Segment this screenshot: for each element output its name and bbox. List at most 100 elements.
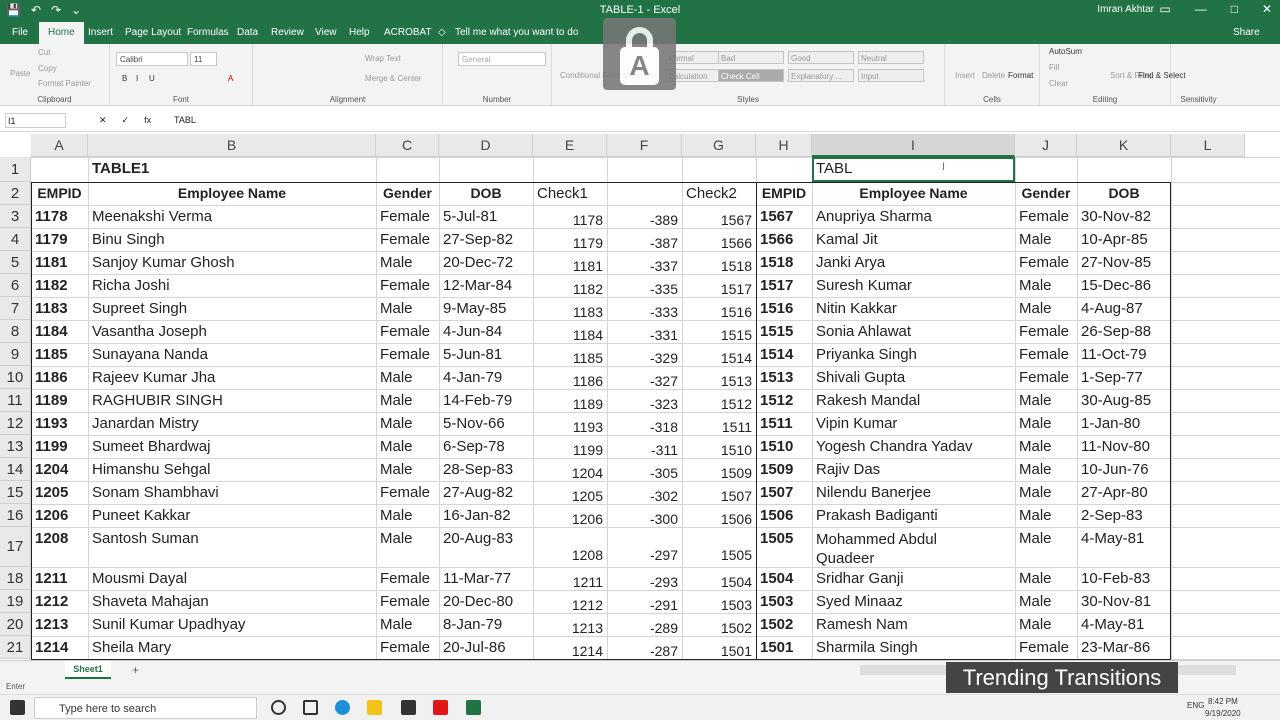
edge-icon[interactable] [335, 700, 350, 715]
column-header-C[interactable]: C [376, 134, 439, 157]
number-format-box[interactable]: General [458, 52, 546, 66]
row-header-20[interactable]: 20 [0, 613, 31, 636]
column-header-F[interactable]: F [607, 134, 682, 157]
column-header-G[interactable]: G [682, 134, 756, 157]
row-header-13[interactable]: 13 [0, 435, 31, 458]
formula-input[interactable]: TABL [174, 115, 196, 125]
excel-taskbar-icon[interactable] [466, 700, 481, 715]
tab-help[interactable]: Help [349, 27, 370, 38]
row-header-7[interactable]: 7 [0, 297, 31, 320]
tab-formulas[interactable]: Formulas [187, 27, 229, 38]
tab-review[interactable]: Review [271, 27, 304, 38]
column-header-I[interactable]: I [812, 134, 1015, 157]
column-header-D[interactable]: D [439, 134, 533, 157]
share-button[interactable]: Share [1233, 27, 1260, 38]
row-header-4[interactable]: 4 [0, 228, 31, 251]
maximize-icon[interactable]: □ [1231, 2, 1238, 16]
clear-button[interactable]: Clear [1049, 79, 1068, 88]
close-icon[interactable]: ✕ [1262, 2, 1272, 16]
fill-button[interactable]: Fill [1049, 63, 1059, 72]
row-header-11[interactable]: 11 [0, 389, 31, 412]
column-header-K[interactable]: K [1077, 134, 1171, 157]
row-header-6[interactable]: 6 [0, 274, 31, 297]
row-header-17[interactable]: 17 [0, 527, 31, 567]
row-header-10[interactable]: 10 [0, 366, 31, 389]
column-header-H[interactable]: H [756, 134, 812, 157]
spreadsheet-grid[interactable]: A B C D E F G H I J K L 1 2 3 4 5 6 7 8 9 10 11 12 13 14 15 16 17 18 1… [0, 134, 1280, 660]
task-view-icon[interactable] [303, 700, 318, 715]
row-header-12[interactable]: 12 [0, 412, 31, 435]
sheet-tab-sheet1[interactable]: Sheet1 [65, 661, 111, 679]
style-input[interactable]: Input [858, 69, 924, 82]
taskbar-search[interactable]: Type here to search [34, 697, 257, 719]
name-box[interactable]: I1 [5, 113, 66, 128]
format-painter-button[interactable]: Format Painter [38, 79, 91, 88]
user-name[interactable]: Imran Akhtar [1097, 4, 1154, 15]
lightbulb-icon[interactable]: ◇ [438, 27, 446, 38]
merge-center-button[interactable]: Merge & Center [365, 74, 421, 83]
cells-label: Cells [983, 95, 1001, 104]
autosum-button[interactable]: AutoSum [1049, 47, 1082, 56]
row-header-3[interactable]: 3 [0, 205, 31, 228]
row-header-19[interactable]: 19 [0, 590, 31, 613]
tab-page-layout[interactable]: Page Layout [125, 27, 181, 38]
row-header-21[interactable]: 21 [0, 636, 31, 659]
column-header-E[interactable]: E [533, 134, 607, 157]
tab-file[interactable]: File [12, 27, 28, 38]
tell-me-search[interactable]: Tell me what you want to do [455, 27, 578, 38]
style-bad[interactable]: Bad [718, 51, 784, 64]
font-name-box[interactable]: Calibri [116, 52, 188, 66]
ribbon-display-icon[interactable]: ▭ [1159, 2, 1170, 16]
format-cells-button[interactable]: Format [1008, 71, 1033, 80]
copy-button[interactable]: Copy [38, 64, 57, 73]
column-header-L[interactable]: L [1171, 134, 1245, 157]
cell-b1[interactable]: TABLE1 [92, 160, 372, 177]
file-explorer-icon[interactable] [367, 700, 382, 715]
font-color-button[interactable]: A [228, 74, 233, 83]
underline-button[interactable]: U [149, 74, 155, 83]
cut-button[interactable]: Cut [38, 48, 50, 57]
row-header-15[interactable]: 15 [0, 481, 31, 504]
enter-icon[interactable]: ✓ [122, 115, 130, 126]
style-check-cell[interactable]: Check Cell [718, 69, 784, 82]
style-neutral[interactable]: Neutral [858, 51, 924, 64]
row-header-18[interactable]: 18 [0, 567, 31, 590]
delete-cells-button[interactable]: Delete [982, 71, 1005, 80]
tab-data[interactable]: Data [237, 27, 258, 38]
cortana-icon[interactable] [271, 700, 286, 715]
store-icon[interactable] [401, 700, 416, 715]
netflix-icon[interactable] [433, 700, 448, 715]
tab-acrobat[interactable]: ACROBAT [384, 27, 432, 38]
style-explanatory[interactable]: Explanatory ... [788, 69, 854, 82]
row-header-9[interactable]: 9 [0, 343, 31, 366]
alignment-group: Wrap Text Merge & Center Alignment [253, 44, 443, 106]
italic-button[interactable]: I [136, 74, 138, 83]
tab-view[interactable]: View [315, 27, 337, 38]
column-header-J[interactable]: J [1015, 134, 1077, 157]
row-header-16[interactable]: 16 [0, 504, 31, 527]
tab-home[interactable]: Home [39, 22, 84, 44]
column-header-A[interactable]: A [31, 134, 88, 157]
row-header-8[interactable]: 8 [0, 320, 31, 343]
cancel-icon[interactable]: ✕ [99, 115, 107, 126]
style-good[interactable]: Good [788, 51, 854, 64]
row-header-2[interactable]: 2 [0, 182, 31, 205]
minimize-icon[interactable]: — [1195, 2, 1207, 16]
font-size-box[interactable]: 11 [190, 52, 217, 66]
tab-insert[interactable]: Insert [88, 27, 113, 38]
add-sheet-button[interactable]: + [132, 663, 139, 677]
row-header-5[interactable]: 5 [0, 251, 31, 274]
clock-date[interactable]: 9/19/2020 [1205, 709, 1241, 718]
windows-start-icon[interactable] [10, 700, 25, 715]
clock-time[interactable]: 8:42 PM [1208, 697, 1238, 706]
function-icon[interactable]: fx [144, 115, 151, 126]
wrap-text-button[interactable]: Wrap Text [365, 54, 401, 63]
language-indicator[interactable]: ENG [1187, 701, 1204, 710]
row-header-14[interactable]: 14 [0, 458, 31, 481]
column-header-B[interactable]: B [88, 134, 376, 157]
insert-cells-button[interactable]: Insert [955, 71, 975, 80]
row-header-1[interactable]: 1 [0, 157, 31, 182]
editing-label: Editing [1092, 95, 1118, 104]
paste-button[interactable]: Paste [10, 69, 30, 78]
bold-button[interactable]: B [122, 74, 127, 83]
